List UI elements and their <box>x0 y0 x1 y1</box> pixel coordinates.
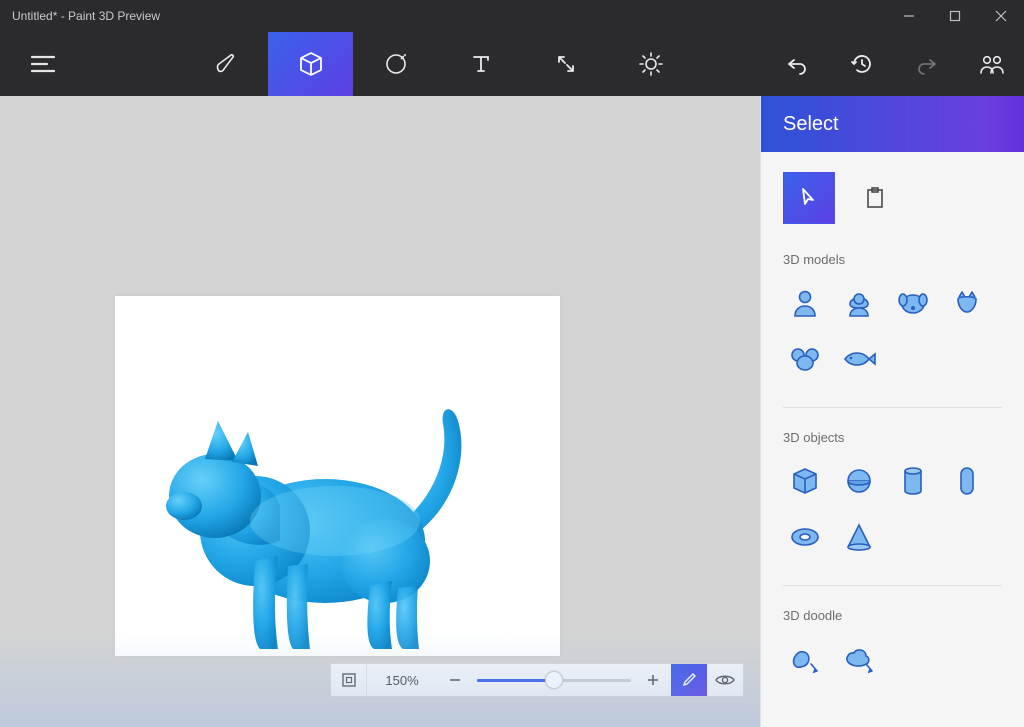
minimize-button[interactable] <box>886 0 932 32</box>
side-panel: Select 3D models <box>760 96 1024 727</box>
view-mode-button[interactable] <box>707 664 743 696</box>
models-grid <box>783 281 1002 381</box>
zoom-fill <box>477 679 554 682</box>
model-woman[interactable] <box>837 281 881 325</box>
close-button[interactable] <box>978 0 1024 32</box>
redo-button[interactable] <box>894 32 959 96</box>
zoom-track <box>477 679 631 682</box>
doodle-sharp[interactable] <box>783 637 827 681</box>
workspace[interactable]: 150% <box>0 96 760 727</box>
panel-title: Select <box>761 96 1024 152</box>
doodle-grid <box>783 637 1002 681</box>
tool-lighting[interactable] <box>608 32 693 96</box>
history-button[interactable] <box>829 32 894 96</box>
section-3d-models-title: 3D models <box>783 252 1002 267</box>
model-cat[interactable] <box>160 366 490 666</box>
pointer-tool[interactable] <box>783 172 835 224</box>
paste-tool[interactable] <box>849 172 901 224</box>
tool-brushes[interactable] <box>183 32 268 96</box>
model-mouse[interactable] <box>783 337 827 381</box>
window-title: Untitled* - Paint 3D Preview <box>12 9 886 23</box>
community-button[interactable] <box>959 32 1024 96</box>
select-tool-row <box>783 172 1002 224</box>
model-fish[interactable] <box>837 337 881 381</box>
fit-to-screen-button[interactable] <box>331 664 367 696</box>
doodle-soft[interactable] <box>837 637 881 681</box>
main-toolbar <box>0 32 1024 96</box>
object-cone[interactable] <box>837 515 881 559</box>
undo-button[interactable] <box>764 32 829 96</box>
zoom-out-button[interactable] <box>437 664 473 696</box>
menu-button[interactable] <box>0 32 85 96</box>
panel-body: 3D models <box>761 152 1024 727</box>
model-cat[interactable] <box>945 281 989 325</box>
app-root: Untitled* - Paint 3D Preview <box>0 0 1024 727</box>
section-3d-doodle-title: 3D doodle <box>783 608 1002 623</box>
model-dog[interactable] <box>891 281 935 325</box>
titlebar: Untitled* - Paint 3D Preview <box>0 0 1024 32</box>
object-capsule[interactable] <box>945 459 989 503</box>
zoom-thumb[interactable] <box>545 671 563 689</box>
objects-grid <box>783 459 1002 559</box>
section-3d-objects-title: 3D objects <box>783 430 1002 445</box>
object-hemisphere[interactable] <box>837 459 881 503</box>
object-cylinder[interactable] <box>891 459 935 503</box>
window-controls <box>886 0 1024 32</box>
maximize-button[interactable] <box>932 0 978 32</box>
zoom-bar: 150% <box>330 663 744 697</box>
tool-text[interactable] <box>438 32 523 96</box>
zoom-slider[interactable] <box>473 664 635 696</box>
divider <box>783 585 1002 586</box>
tool-modes <box>183 32 693 96</box>
main-area: 150% <box>0 96 1024 727</box>
object-torus[interactable] <box>783 515 827 559</box>
tool-magic-select[interactable] <box>353 32 438 96</box>
toolbar-right <box>764 32 1024 96</box>
tool-canvas-resize[interactable] <box>523 32 608 96</box>
model-man[interactable] <box>783 281 827 325</box>
zoom-value: 150% <box>367 673 437 688</box>
zoom-in-button[interactable] <box>635 664 671 696</box>
edit-mode-button[interactable] <box>671 664 707 696</box>
tool-3d[interactable] <box>268 32 353 96</box>
divider <box>783 407 1002 408</box>
object-cube[interactable] <box>783 459 827 503</box>
